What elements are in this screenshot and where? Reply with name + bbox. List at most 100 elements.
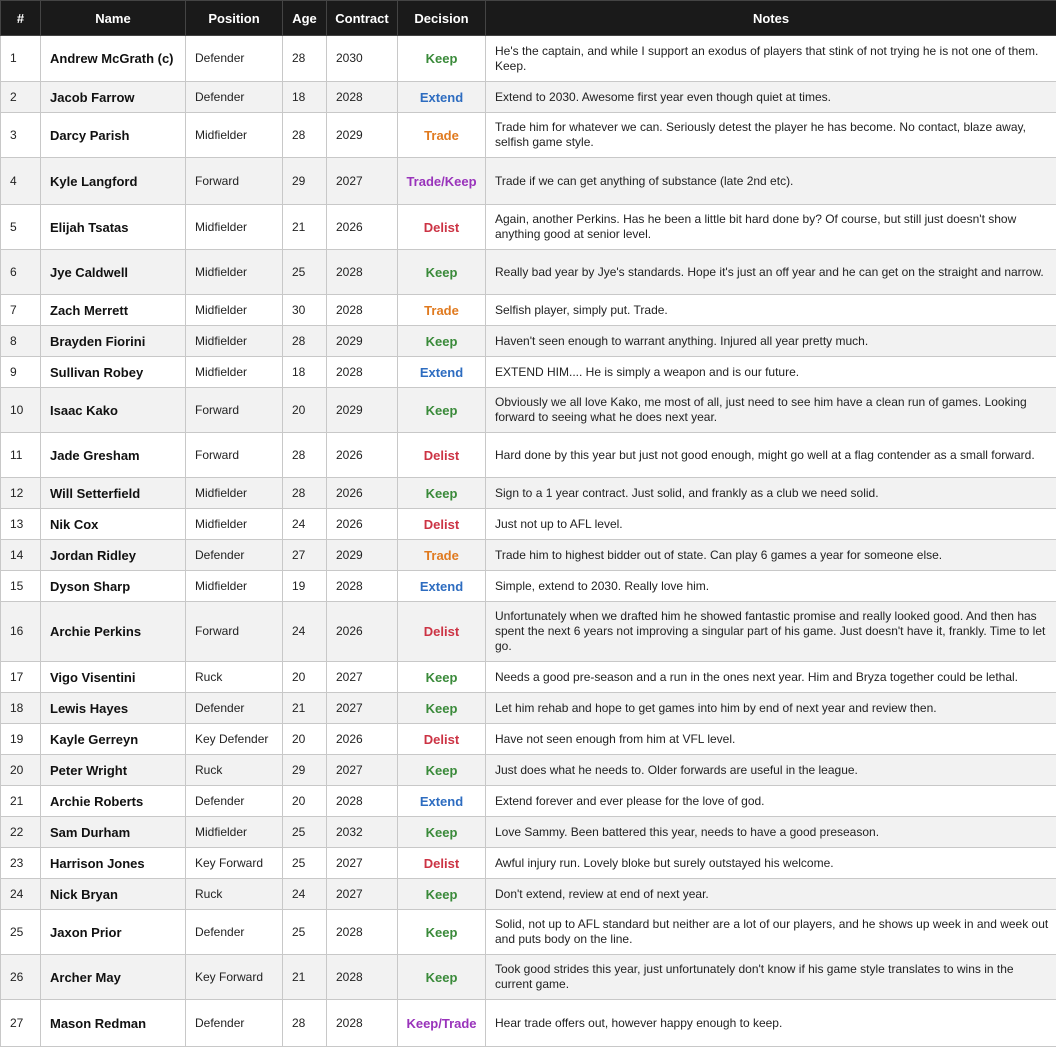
cell-decision: Trade — [397, 112, 486, 158]
table-row: 10 Isaac Kako Forward 20 2029 Keep Obviously w… — [0, 387, 1056, 433]
cell-name: Lewis Hayes — [40, 692, 186, 724]
cell-decision: Keep — [397, 954, 486, 1000]
cell-contract: 2026 — [326, 204, 398, 250]
cell-number: 7 — [0, 294, 41, 326]
cell-number: 23 — [0, 847, 41, 879]
cell-decision: Extend — [397, 356, 486, 388]
cell-contract: 2028 — [326, 356, 398, 388]
cell-notes: Sign to a 1 year contract. Just solid, a… — [485, 477, 1056, 509]
cell-decision: Keep — [397, 325, 486, 357]
table-row: 4 Kyle Langford Forward 29 2027 Trade/Keep Tra… — [0, 157, 1056, 205]
cell-number: 3 — [0, 112, 41, 158]
cell-notes: Just does what he needs to. Older forwar… — [485, 754, 1056, 786]
cell-decision: Keep/Trade — [397, 999, 486, 1047]
cell-age: 24 — [282, 878, 327, 910]
cell-notes: Solid, not up to AFL standard but neithe… — [485, 909, 1056, 955]
table-row: 9 Sullivan Robey Midfielder 18 2028 Extend EXT… — [0, 356, 1056, 388]
cell-number: 27 — [0, 999, 41, 1047]
cell-position: Forward — [185, 157, 283, 205]
cell-position: Midfielder — [185, 112, 283, 158]
player-review-table: # Name Position Age Contract Decision No… — [0, 0, 1056, 1047]
cell-contract: 2027 — [326, 847, 398, 879]
cell-position: Midfielder — [185, 477, 283, 509]
cell-position: Defender — [185, 35, 283, 82]
table-row: 1 Andrew McGrath (c) Defender 28 2030 Keep He'… — [0, 35, 1056, 82]
cell-name: Elijah Tsatas — [40, 204, 186, 250]
table-row: 12 Will Setterfield Midfielder 28 2026 Keep Si… — [0, 477, 1056, 509]
cell-notes: EXTEND HIM.... He is simply a weapon and… — [485, 356, 1056, 388]
cell-notes: Just not up to AFL level. — [485, 508, 1056, 540]
cell-number: 13 — [0, 508, 41, 540]
header-contract: Contract — [326, 0, 398, 36]
cell-age: 18 — [282, 81, 327, 113]
cell-position: Midfielder — [185, 570, 283, 602]
cell-age: 19 — [282, 570, 327, 602]
cell-contract: 2028 — [326, 249, 398, 295]
cell-number: 25 — [0, 909, 41, 955]
cell-name: Dyson Sharp — [40, 570, 186, 602]
cell-decision: Extend — [397, 570, 486, 602]
cell-contract: 2026 — [326, 508, 398, 540]
cell-name: Nick Bryan — [40, 878, 186, 910]
cell-decision: Keep — [397, 387, 486, 433]
cell-position: Defender — [185, 81, 283, 113]
cell-contract: 2026 — [326, 601, 398, 662]
cell-contract: 2028 — [326, 81, 398, 113]
cell-number: 14 — [0, 539, 41, 571]
cell-decision: Delist — [397, 432, 486, 478]
header-row: # Name Position Age Contract Decision No… — [0, 0, 1056, 36]
cell-decision: Extend — [397, 785, 486, 817]
cell-number: 17 — [0, 661, 41, 693]
cell-age: 29 — [282, 157, 327, 205]
table-row: 15 Dyson Sharp Midfielder 19 2028 Extend Simpl… — [0, 570, 1056, 602]
cell-position: Defender — [185, 539, 283, 571]
table-row: 8 Brayden Fiorini Midfielder 28 2029 Keep Have… — [0, 325, 1056, 357]
cell-name: Andrew McGrath (c) — [40, 35, 186, 82]
cell-position: Midfielder — [185, 294, 283, 326]
cell-name: Archie Roberts — [40, 785, 186, 817]
table-row: 7 Zach Merrett Midfielder 30 2028 Trade Selfis… — [0, 294, 1056, 326]
cell-position: Ruck — [185, 661, 283, 693]
cell-name: Harrison Jones — [40, 847, 186, 879]
cell-position: Midfielder — [185, 204, 283, 250]
cell-position: Key Forward — [185, 847, 283, 879]
table-row: 6 Jye Caldwell Midfielder 25 2028 Keep Really … — [0, 249, 1056, 295]
cell-age: 20 — [282, 387, 327, 433]
cell-name: Kayle Gerreyn — [40, 723, 186, 755]
cell-contract: 2027 — [326, 692, 398, 724]
cell-notes: Extend forever and ever please for the l… — [485, 785, 1056, 817]
cell-contract: 2029 — [326, 539, 398, 571]
cell-name: Jordan Ridley — [40, 539, 186, 571]
cell-name: Mason Redman — [40, 999, 186, 1047]
cell-name: Peter Wright — [40, 754, 186, 786]
cell-contract: 2027 — [326, 661, 398, 693]
cell-number: 26 — [0, 954, 41, 1000]
header-notes: Notes — [485, 0, 1056, 36]
header-age: Age — [282, 0, 327, 36]
cell-position: Defender — [185, 785, 283, 817]
table-row: 3 Darcy Parish Midfielder 28 2029 Trade Trade … — [0, 112, 1056, 158]
cell-contract: 2028 — [326, 570, 398, 602]
cell-notes: Obviously we all love Kako, me most of a… — [485, 387, 1056, 433]
cell-contract: 2028 — [326, 294, 398, 326]
cell-position: Ruck — [185, 754, 283, 786]
cell-decision: Keep — [397, 878, 486, 910]
cell-decision: Delist — [397, 508, 486, 540]
cell-notes: Unfortunately when we drafted him he sho… — [485, 601, 1056, 662]
cell-age: 25 — [282, 816, 327, 848]
cell-contract: 2027 — [326, 754, 398, 786]
cell-position: Ruck — [185, 878, 283, 910]
cell-notes: Selfish player, simply put. Trade. — [485, 294, 1056, 326]
cell-number: 15 — [0, 570, 41, 602]
cell-name: Vigo Visentini — [40, 661, 186, 693]
cell-decision: Trade — [397, 539, 486, 571]
table-row: 13 Nik Cox Midfielder 24 2026 Delist Just not … — [0, 508, 1056, 540]
table-row: 11 Jade Gresham Forward 28 2026 Delist Hard do… — [0, 432, 1056, 478]
cell-decision: Keep — [397, 692, 486, 724]
cell-number: 1 — [0, 35, 41, 82]
cell-decision: Keep — [397, 35, 486, 82]
cell-notes: Awful injury run. Lovely bloke but surel… — [485, 847, 1056, 879]
cell-age: 28 — [282, 432, 327, 478]
cell-notes: Love Sammy. Been battered this year, nee… — [485, 816, 1056, 848]
table-row: 27 Mason Redman Defender 28 2028 Keep/Trade He… — [0, 999, 1056, 1047]
